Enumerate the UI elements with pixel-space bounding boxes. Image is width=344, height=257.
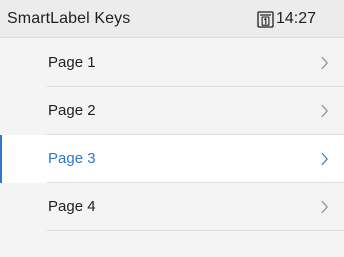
menu-item-page-4[interactable]: Page 4	[0, 183, 344, 231]
menu-item-label: Page 2	[48, 102, 96, 119]
menu-item-page-2[interactable]: Page 2	[0, 87, 344, 135]
menu-item-page-3[interactable]: Page 3	[0, 135, 344, 183]
clock-time: 14:27	[276, 10, 317, 27]
status-area: 14:27	[257, 10, 316, 28]
line-1-icon	[257, 10, 274, 28]
chevron-right-icon	[321, 104, 328, 118]
chevron-right-icon	[321, 56, 328, 70]
chevron-right-icon	[321, 152, 328, 166]
status-bar: SmartLabel Keys 14:27	[0, 0, 344, 38]
menu-item-page-1[interactable]: Page 1	[0, 39, 344, 87]
menu-item-label: Page 1	[48, 54, 96, 71]
chevron-right-icon	[321, 200, 328, 214]
phone-screen: SmartLabel Keys 14:27 Page 1 Page 2 Page…	[0, 0, 344, 257]
menu-item-label: Page 4	[48, 198, 96, 215]
divider	[47, 230, 344, 231]
menu-item-label: Page 3	[48, 150, 96, 167]
page-list: Page 1 Page 2 Page 3 Page 4	[0, 39, 344, 231]
app-title: SmartLabel Keys	[7, 10, 131, 27]
